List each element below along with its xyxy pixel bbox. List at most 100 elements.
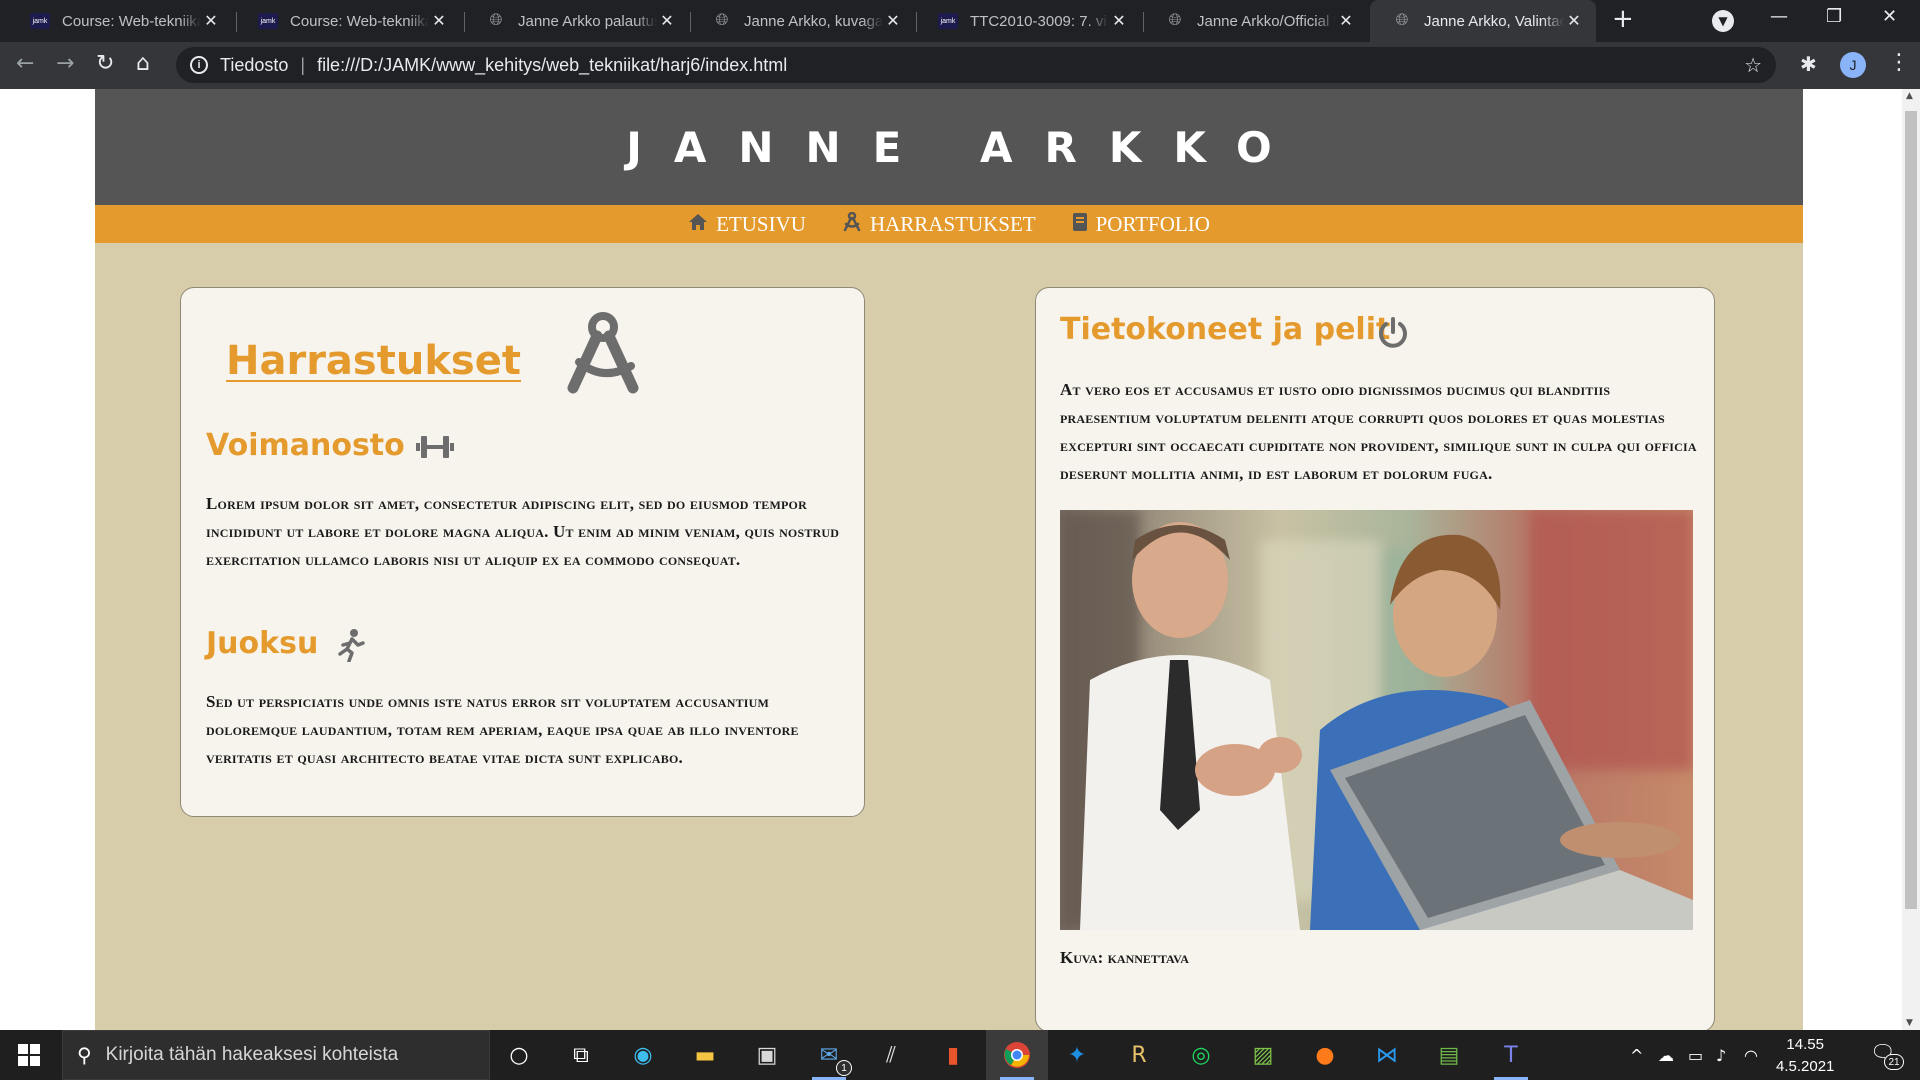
section-text-juoksu: Sed ut perspiciatis unde omnis iste natu…	[206, 692, 799, 767]
cortana-icon[interactable]: ○	[502, 1039, 536, 1071]
new-tab-button[interactable]: +	[1612, 4, 1634, 34]
computers-text: At vero eos et accusamus et iusto odio d…	[1060, 380, 1697, 483]
browser-tab[interactable]: jamk Course: Web-tekniikat ✕	[236, 0, 461, 42]
security-label: Tiedosto	[220, 54, 289, 75]
windows-start-icon[interactable]	[18, 1044, 40, 1066]
taskbar-clock[interactable]: 14.55 4.5.2021	[1776, 1034, 1834, 1078]
network-app-icon[interactable]: ▤	[1432, 1039, 1466, 1071]
spotify-icon[interactable]: ◎	[1184, 1039, 1218, 1071]
image-app-icon[interactable]: ▨	[1246, 1039, 1280, 1071]
task-view-icon[interactable]: ⧉	[564, 1039, 598, 1071]
browser-tab[interactable]: 🌐︎ Janne Arkko/Official W ✕	[1143, 0, 1368, 42]
clock-date: 4.5.2021	[1776, 1058, 1835, 1075]
globe-icon: 🌐︎	[715, 12, 729, 29]
office-icon[interactable]: ▮	[936, 1039, 970, 1071]
tab-close-icon[interactable]: ✕	[1109, 11, 1129, 31]
tab-search-icon[interactable]: ▼	[1712, 10, 1734, 32]
extensions-puzzle-icon[interactable]: ✱	[1800, 52, 1817, 76]
browser-toolbar: ← → ↻ ⌂ i Tiedosto | file:///D:/JAMK/www…	[0, 42, 1920, 89]
power-icon	[1376, 316, 1410, 354]
rl-app-icon[interactable]: R	[1122, 1039, 1156, 1071]
tab-close-icon[interactable]: ✕	[657, 11, 677, 31]
globe-icon: 🌐︎	[1168, 12, 1182, 29]
jamk-favicon-icon: jamk	[938, 13, 958, 29]
chevron-up-icon[interactable]: ^	[1630, 1046, 1643, 1065]
compass-drafting-icon	[561, 310, 645, 398]
teams-icon[interactable]: T	[1494, 1039, 1528, 1080]
windows-taskbar: ⚲ Kirjoita tähän hakeaksesi kohteista ○ …	[0, 1030, 1920, 1080]
scroll-up-icon[interactable]: ▲	[1906, 91, 1913, 101]
book-icon	[1072, 212, 1088, 237]
tab-close-icon[interactable]: ✕	[1564, 11, 1584, 31]
bluetooth-app-icon[interactable]: ✦	[1060, 1039, 1094, 1071]
scroll-down-icon[interactable]: ▼	[1906, 1018, 1913, 1028]
browser-menu-icon[interactable]: ⋮	[1888, 50, 1910, 75]
computers-heading: Tietokoneet ja pelit	[1060, 312, 1391, 347]
globe-icon: 🌐︎	[489, 12, 503, 29]
bookmark-star-icon[interactable]: ☆	[1744, 53, 1762, 78]
tab-close-icon[interactable]: ✕	[201, 11, 221, 31]
wifi-icon[interactable]: ◠	[1744, 1046, 1758, 1065]
url-text[interactable]: file:///D:/JAMK/www_kehitys/web_tekniika…	[317, 55, 787, 76]
browser-tab[interactable]: jamk Course: Web-tekniikat ✕	[8, 0, 233, 42]
compass-drafting-icon	[842, 211, 862, 237]
browser-tab[interactable]: 🌐︎ Janne Arkko, kuvagalleria ✕	[690, 0, 915, 42]
scrollbar-thumb[interactable]	[1905, 111, 1917, 909]
profile-avatar[interactable]: J	[1840, 52, 1866, 78]
store-icon[interactable]: ▣	[750, 1039, 784, 1071]
hobbies-card: Harrastukset Voimanosto Lorem ipsum dolo…	[180, 287, 865, 817]
vscode-icon[interactable]: ⋈	[1370, 1039, 1404, 1071]
info-icon[interactable]: i	[190, 56, 208, 74]
tab-close-icon[interactable]: ✕	[883, 11, 903, 31]
nav-link-portfolio[interactable]: PORTFOLIO	[1072, 212, 1210, 237]
tab-title: Course: Web-tekniikat	[62, 12, 201, 30]
app-logo-icon[interactable]: ⫽	[874, 1039, 908, 1071]
battery-icon[interactable]: ▭	[1688, 1046, 1703, 1065]
window-close-icon[interactable]: ✕	[1882, 6, 1897, 27]
site-nav: ETUSIVU HARRASTUKSET PORTFOLIO	[95, 205, 1803, 243]
mail-badge: 1	[836, 1060, 852, 1076]
tab-close-icon[interactable]: ✕	[429, 11, 449, 31]
home-icon[interactable]: ⌂	[136, 51, 150, 76]
page-scrollbar[interactable]: ▲ ▼	[1902, 89, 1920, 1030]
running-icon	[336, 628, 366, 666]
nav-link-harrastukset[interactable]: HARRASTUKSET	[842, 211, 1036, 237]
browser-tab[interactable]: 🌐︎ Janne Arkko palautus ✕	[464, 0, 689, 42]
edge-icon[interactable]: ◉	[626, 1039, 660, 1071]
notification-count: 21	[1884, 1054, 1904, 1070]
back-arrow-icon[interactable]: ←	[16, 51, 34, 76]
forward-arrow-icon[interactable]: →	[56, 51, 74, 76]
page-viewport: JANNE ARKKO ETUSIVU HARRASTUKSET PORTFOL…	[0, 89, 1920, 1030]
browser-tabstrip: jamk Course: Web-tekniikat ✕ jamk Course…	[0, 0, 1920, 42]
tab-title: Janne Arkko, kuvagalleria	[744, 12, 883, 30]
restore-icon[interactable]: ❐	[1826, 6, 1842, 27]
site-title: JANNE ARKKO	[626, 122, 1304, 172]
minimize-icon[interactable]: —	[1770, 6, 1788, 27]
browser-tab-active[interactable]: 🌐︎ Janne Arkko, Valintaopas ✕	[1370, 0, 1596, 42]
file-explorer-icon[interactable]: ▬	[688, 1039, 722, 1071]
reload-icon[interactable]: ↻	[96, 51, 114, 76]
volume-icon[interactable]: ♪	[1716, 1046, 1726, 1065]
tab-title: Janne Arkko palautus	[518, 12, 657, 30]
tab-title: Janne Arkko, Valintaopas	[1424, 12, 1564, 30]
chrome-icon[interactable]	[1000, 1039, 1034, 1080]
nav-link-etusivu[interactable]: ETUSIVU	[688, 212, 806, 237]
nav-label: HARRASTUKSET	[869, 211, 1036, 236]
onedrive-icon[interactable]: ☁	[1658, 1046, 1674, 1065]
firefox-icon[interactable]: ●	[1308, 1039, 1342, 1071]
section-heading-voimanosto: Voimanosto	[206, 428, 405, 463]
tab-title: TTC2010-3009: 7. viikko	[970, 12, 1109, 30]
laptop-photo	[1060, 510, 1693, 930]
address-bar[interactable]: i Tiedosto | file:///D:/JAMK/www_kehitys…	[176, 47, 1776, 83]
tab-close-icon[interactable]: ✕	[1336, 11, 1356, 31]
tab-title: Course: Web-tekniikat	[290, 12, 429, 30]
browser-tab[interactable]: jamk TTC2010-3009: 7. viikko ✕	[916, 0, 1141, 42]
site-header: JANNE ARKKO	[95, 89, 1803, 205]
photo-caption: Kuva: kannettava	[1060, 948, 1189, 967]
nav-label: PORTFOLIO	[1095, 211, 1210, 236]
dumbbell-icon	[415, 432, 455, 466]
section-text-voimanosto: Lorem ipsum dolor sit amet, consectetur …	[206, 494, 840, 569]
taskbar-search-input[interactable]: ⚲ Kirjoita tähän hakeaksesi kohteista	[62, 1030, 490, 1080]
search-placeholder: Kirjoita tähän hakeaksesi kohteista	[105, 1044, 399, 1065]
hobbies-heading: Harrastukset	[226, 338, 521, 384]
